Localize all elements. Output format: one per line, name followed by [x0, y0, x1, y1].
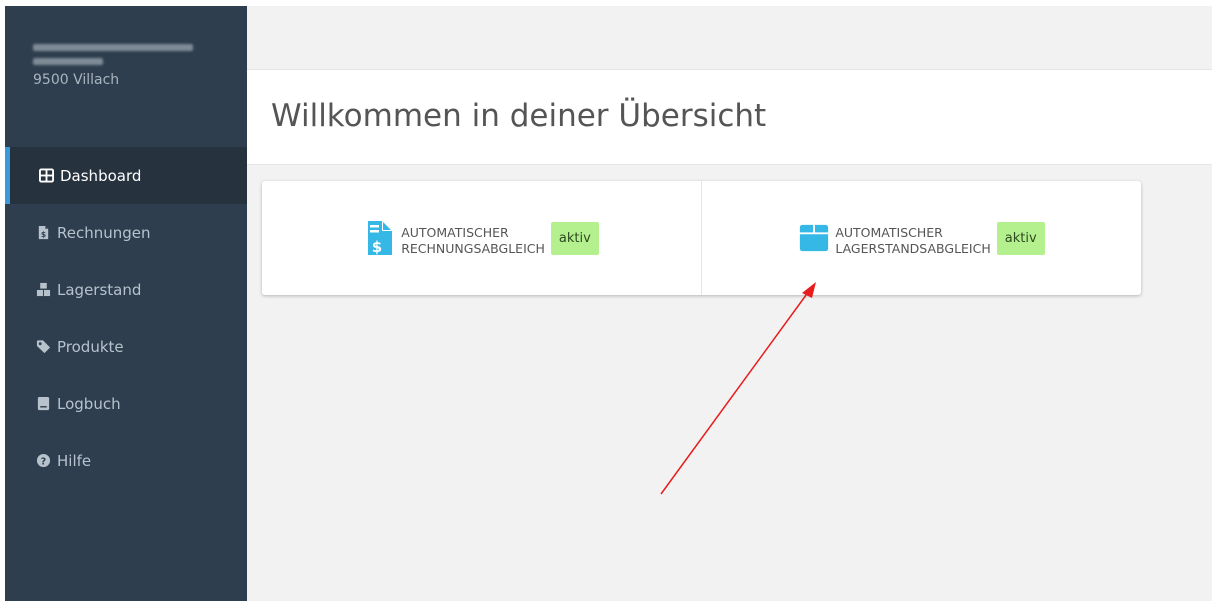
sidebar-item-label: Produkte	[57, 337, 124, 356]
sidebar-item-rechnungen[interactable]: $ Rechnungen	[5, 204, 247, 261]
box-icon	[798, 218, 830, 258]
sidebar: 9500 Villach Dashboard $ Rechnungen Lage…	[5, 6, 247, 601]
main-content: Willkommen in deiner Übersicht $ AUTOMAT…	[247, 6, 1212, 601]
sidebar-item-lagerstand[interactable]: Lagerstand	[5, 261, 247, 318]
card-line1: AUTOMATISCHER	[835, 225, 943, 240]
org-name-redacted-line2	[33, 58, 103, 65]
card-line2: LAGERSTANDSABGLEICH	[835, 241, 991, 256]
question-circle-icon: ?	[36, 453, 51, 468]
invoice-dollar-icon: $	[364, 218, 396, 258]
card-line2: RECHNUNGSABGLEICH	[401, 241, 545, 256]
svg-text:$: $	[41, 230, 46, 239]
sidebar-item-logbuch[interactable]: Logbuch	[5, 375, 247, 432]
card-line1: AUTOMATISCHER	[401, 225, 509, 240]
sidebar-item-label: Rechnungen	[57, 223, 151, 242]
org-name-redacted	[33, 44, 193, 51]
org-city: 9500 Villach	[33, 72, 120, 88]
sidebar-item-dashboard[interactable]: Dashboard	[5, 147, 247, 204]
tag-icon	[36, 339, 51, 354]
cubes-icon	[36, 282, 51, 297]
sidebar-item-label: Logbuch	[57, 394, 121, 413]
organization-info: 9500 Villach	[33, 44, 193, 88]
sidebar-item-produkte[interactable]: Produkte	[5, 318, 247, 375]
book-icon	[36, 396, 51, 411]
sidebar-item-label: Dashboard	[60, 166, 142, 185]
sidebar-item-label: Hilfe	[57, 451, 92, 470]
status-badge: aktiv	[996, 221, 1045, 255]
sidebar-item-label: Lagerstand	[57, 280, 142, 299]
table-icon	[39, 168, 54, 183]
sidebar-item-hilfe[interactable]: ? Hilfe	[5, 432, 247, 489]
page-title: Willkommen in deiner Übersicht	[271, 98, 767, 134]
svg-text:?: ?	[41, 456, 46, 467]
top-bar	[247, 6, 1212, 70]
sidebar-nav: Dashboard $ Rechnungen Lagerstand Produk…	[5, 147, 247, 489]
card-rechnungsabgleich[interactable]: $ AUTOMATISCHER RECHNUNGSABGLEICH aktiv	[262, 181, 701, 295]
status-cards: $ AUTOMATISCHER RECHNUNGSABGLEICH aktiv …	[262, 181, 1141, 295]
page-header: Willkommen in deiner Übersicht	[247, 70, 1212, 165]
svg-text:$: $	[372, 238, 382, 256]
card-lagerstandsabgleich[interactable]: AUTOMATISCHER LAGERSTANDSABGLEICH aktiv	[701, 181, 1141, 295]
invoice-icon: $	[36, 225, 51, 240]
status-badge: aktiv	[550, 221, 599, 255]
